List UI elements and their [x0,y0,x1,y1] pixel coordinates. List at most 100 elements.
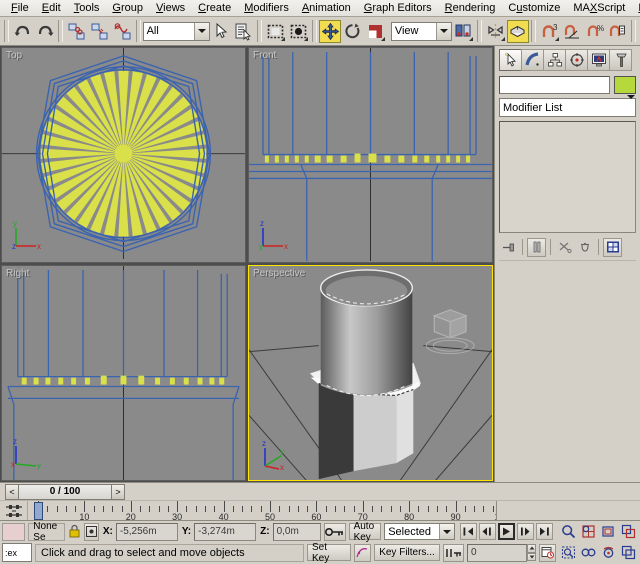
percent-snap-toggle-button[interactable]: % [584,20,607,43]
field-of-view-button[interactable] [579,544,598,562]
track-bar[interactable]: 102030405060708090100 [0,500,640,521]
menu-item-group[interactable]: Group [106,1,149,16]
select-object-button[interactable] [210,20,233,43]
redo-button[interactable] [34,20,57,43]
viewport-right[interactable]: Right z y x [1,265,246,481]
next-frame-button[interactable] [517,523,534,540]
zoom-extents-button[interactable] [599,523,618,541]
open-mini-curve-editor-button[interactable] [0,501,28,520]
coordinate-z-field[interactable]: 0,0m [273,523,321,541]
undo-button[interactable] [11,20,34,43]
maxscript-mini-listener[interactable]: :ex [2,543,32,562]
tab-modify[interactable] [521,49,544,71]
unlink-selection-button[interactable] [88,20,111,43]
configure-modifier-sets-button[interactable] [603,238,622,257]
maximize-viewport-toggle-button[interactable] [619,544,638,562]
key-mode-toggle-button[interactable] [324,523,346,541]
make-unique-button[interactable] [555,238,574,257]
arc-rotate-button[interactable] [599,544,618,562]
menu-item-file[interactable]: File [5,1,35,16]
menu-item-tools[interactable]: Tools [68,1,106,16]
menu-item-views[interactable]: Views [150,1,191,16]
previous-frame-button[interactable] [479,523,496,540]
modifier-stack[interactable] [499,121,636,233]
set-key-mode-button[interactable] [354,544,371,562]
key-filters-button[interactable]: Key Filters... [374,544,440,561]
menu-item-edit[interactable]: Edit [36,1,67,16]
layer-manager-button[interactable] [507,20,530,43]
next-frame-arrow[interactable]: > [111,484,125,500]
use-pivot-point-center-button[interactable] [452,20,475,43]
lock-selection-icon[interactable] [68,524,81,539]
current-frame-spinner[interactable] [527,544,536,561]
viewport-top[interactable]: Top y x z [1,47,246,263]
go-to-end-button[interactable] [536,523,553,540]
menu-item-rendering[interactable]: Rendering [439,1,502,16]
spinner-down-icon[interactable] [527,553,536,562]
key-mode-toggle-button-2[interactable] [443,544,464,562]
select-and-scale-button[interactable] [364,20,387,43]
chevron-down-icon[interactable] [627,99,635,116]
track-tick [103,506,104,512]
time-slider-value[interactable]: 0 / 100 [19,484,111,500]
animation-filter-combo[interactable]: Selected [384,523,455,540]
show-end-result-button[interactable] [527,238,546,257]
chevron-down-icon[interactable] [194,23,209,40]
menu-item-maxscript[interactable]: MAXScript [567,1,631,16]
go-to-start-button[interactable] [460,523,477,540]
tab-create[interactable] [499,49,522,71]
track-tick [363,501,364,512]
tab-hierarchy[interactable] [543,49,566,71]
menu-item-modifiers[interactable]: Modifiers [238,1,295,16]
current-frame-field[interactable]: 0 [467,544,527,562]
mirror-button[interactable] [484,20,507,43]
time-slider[interactable]: < 0 / 100 > [5,484,125,500]
object-name-field[interactable] [499,76,610,94]
play-animation-button[interactable] [498,523,515,540]
time-configuration-button[interactable] [539,544,556,562]
select-by-name-button[interactable] [233,20,256,43]
pin-stack-button[interactable] [499,238,518,257]
remove-modifier-button[interactable] [575,238,594,257]
tab-display[interactable] [587,49,610,71]
track-bar-ruler[interactable]: 102030405060708090100 [28,501,496,520]
coordinate-y-field[interactable]: -3,274m [194,523,256,541]
previous-frame-arrow[interactable]: < [5,484,19,500]
selection-filter-combo[interactable]: All [143,22,210,41]
unlink-selection-icon [90,22,109,41]
chevron-down-icon[interactable] [439,524,454,539]
chevron-down-icon[interactable] [436,23,451,40]
track-bar-slider-handle[interactable] [34,502,43,520]
zoom-extents-all-button[interactable] [619,523,638,541]
menu-item-create[interactable]: Create [192,1,237,16]
viewport-front[interactable]: Front z x y [248,47,493,263]
reference-coordinate-system-combo[interactable]: View [391,22,452,41]
zoom-all-viewports-button[interactable] [579,523,598,541]
selection-region-button[interactable] [264,20,287,43]
menu-item-graph-editors[interactable]: Graph Editors [358,1,438,16]
coordinate-x-field[interactable]: -5,256m [116,523,178,541]
auto-key-button[interactable]: Auto Key [349,523,382,540]
window-crossing-button[interactable] [287,20,310,43]
object-color-swatch[interactable] [614,76,636,94]
tab-utilities[interactable] [609,49,632,71]
snaps-toggle-button[interactable]: 3 [538,20,561,43]
select-and-move-button[interactable] [319,20,342,43]
region-zoom-button[interactable] [559,544,578,562]
set-key-button[interactable]: Set Key [307,544,351,561]
select-and-link-button[interactable] [65,20,88,43]
absolute-relative-transform-toggle[interactable] [84,523,99,541]
menu-item-animation[interactable]: Animation [296,1,357,16]
spinner-up-icon[interactable] [527,544,536,553]
viewport-perspective[interactable]: Perspective z y x [248,265,493,481]
time-slider-track-rest[interactable] [125,483,640,500]
menu-item-customize[interactable]: Customize [502,1,566,16]
angle-snap-toggle-button[interactable] [561,20,584,43]
menu-item-help[interactable]: Help [632,1,640,16]
modifier-list-dropdown[interactable]: Modifier List [499,98,636,117]
spinner-snap-toggle-button[interactable] [606,20,629,43]
tab-motion[interactable] [565,49,588,71]
select-and-rotate-button[interactable] [341,20,364,43]
zoom-button[interactable] [559,523,578,541]
bind-to-space-warp-button[interactable] [111,20,134,43]
